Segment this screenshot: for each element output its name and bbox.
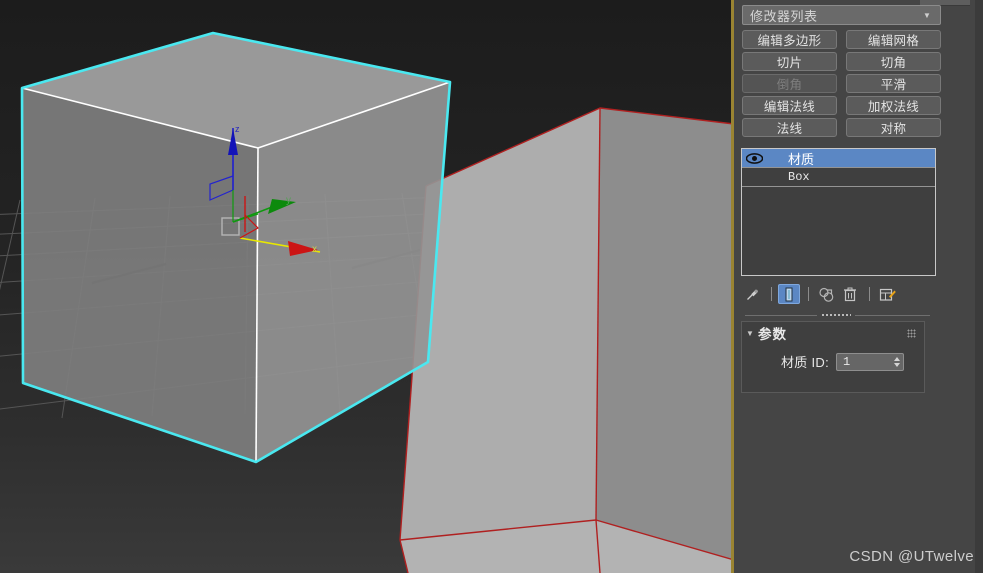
modifier-button-chamfer[interactable]: 切角 [846, 52, 941, 71]
modifier-stack-list[interactable]: 材质 Box [741, 148, 936, 276]
viewport-canvas: z y x [0, 31, 734, 573]
modifier-button-edit-mesh[interactable]: 编辑网格 [846, 30, 941, 49]
perspective-viewport[interactable]: z y x [0, 0, 734, 573]
trash-icon-glyph [844, 287, 856, 301]
eye-icon[interactable] [742, 150, 766, 167]
configure-modifier-sets-icon[interactable] [876, 284, 898, 304]
modifier-button-edit-normals[interactable]: 编辑法线 [742, 96, 837, 115]
parameters-rollout: ▼ 参数 材质 ID: 1 [741, 321, 925, 393]
modifier-button-slice[interactable]: 切片 [742, 52, 837, 71]
toolbar-separator [771, 287, 772, 301]
modifier-button-symmetry[interactable]: 对称 [846, 118, 941, 137]
spinner-down-icon[interactable] [893, 362, 900, 367]
make-unique-icon[interactable] [815, 284, 837, 304]
chevron-down-icon[interactable]: ▼ [742, 329, 758, 338]
modifier-list-label: 修改器列表 [750, 8, 818, 24]
modifier-button-normal[interactable]: 法线 [742, 118, 837, 137]
pin-stack-icon[interactable] [741, 284, 763, 304]
eye-icon-placeholder [742, 169, 766, 186]
parameters-rollout-body: 材质 ID: 1 [742, 344, 924, 371]
svg-text:z: z [235, 124, 240, 134]
modifier-button-smooth[interactable]: 平滑 [846, 74, 941, 93]
parameters-rollout-header[interactable]: ▼ 参数 [742, 322, 924, 344]
show-end-result-glyph [785, 287, 793, 301]
panel-scrollbar[interactable] [975, 0, 983, 573]
selected-box[interactable] [20, 31, 452, 464]
modifier-button-weighted-normals[interactable]: 加权法线 [846, 96, 941, 115]
material-id-box[interactable] [399, 107, 734, 573]
modifier-stack-item-label: Box [788, 170, 810, 184]
app-window: z y x 修改器列表 ▼ 编辑多边形 编辑网格 切片 切角 倒角 平滑 编辑法… [0, 0, 983, 573]
modifier-button-bevel: 倒角 [742, 74, 837, 93]
modifier-stack-item-material[interactable]: 材质 [742, 149, 935, 167]
svg-text:y: y [286, 195, 291, 206]
modifier-stack-item-box[interactable]: Box [742, 168, 935, 186]
rollout-drag-dots[interactable] [907, 329, 916, 338]
toolbar-separator [869, 287, 870, 301]
remove-modifier-icon[interactable] [839, 284, 861, 304]
svg-text:x: x [312, 244, 317, 255]
modifier-stack-item-label: 材质 [788, 151, 815, 167]
modifier-stack-toolbar [741, 283, 936, 305]
eye-icon-glyph [745, 152, 763, 164]
rollout-separator [745, 313, 930, 318]
modifier-button-set: 编辑多边形 编辑网格 切片 切角 倒角 平滑 编辑法线 加权法线 法线 对称 [742, 30, 941, 137]
modifier-list-dropdown[interactable]: 修改器列表 ▼ [742, 5, 941, 25]
configure-sets-glyph [879, 288, 896, 301]
show-end-result-icon[interactable] [778, 284, 800, 304]
material-id-value[interactable]: 1 [837, 355, 890, 369]
toolbar-separator [808, 287, 809, 301]
parameters-rollout-title: 参数 [758, 327, 787, 342]
rollout-grip-dots [821, 313, 851, 318]
material-id-spinner[interactable]: 1 [836, 352, 905, 371]
material-id-label: 材质 ID: [781, 355, 830, 370]
make-unique-glyph [818, 287, 833, 302]
spinner-up-icon[interactable] [893, 356, 900, 361]
modifier-button-edit-poly[interactable]: 编辑多边形 [742, 30, 837, 49]
stack-row-divider [742, 186, 935, 187]
pin-icon-glyph [746, 289, 758, 300]
chevron-down-icon[interactable]: ▼ [918, 11, 940, 20]
spinner-arrows[interactable] [890, 354, 903, 370]
